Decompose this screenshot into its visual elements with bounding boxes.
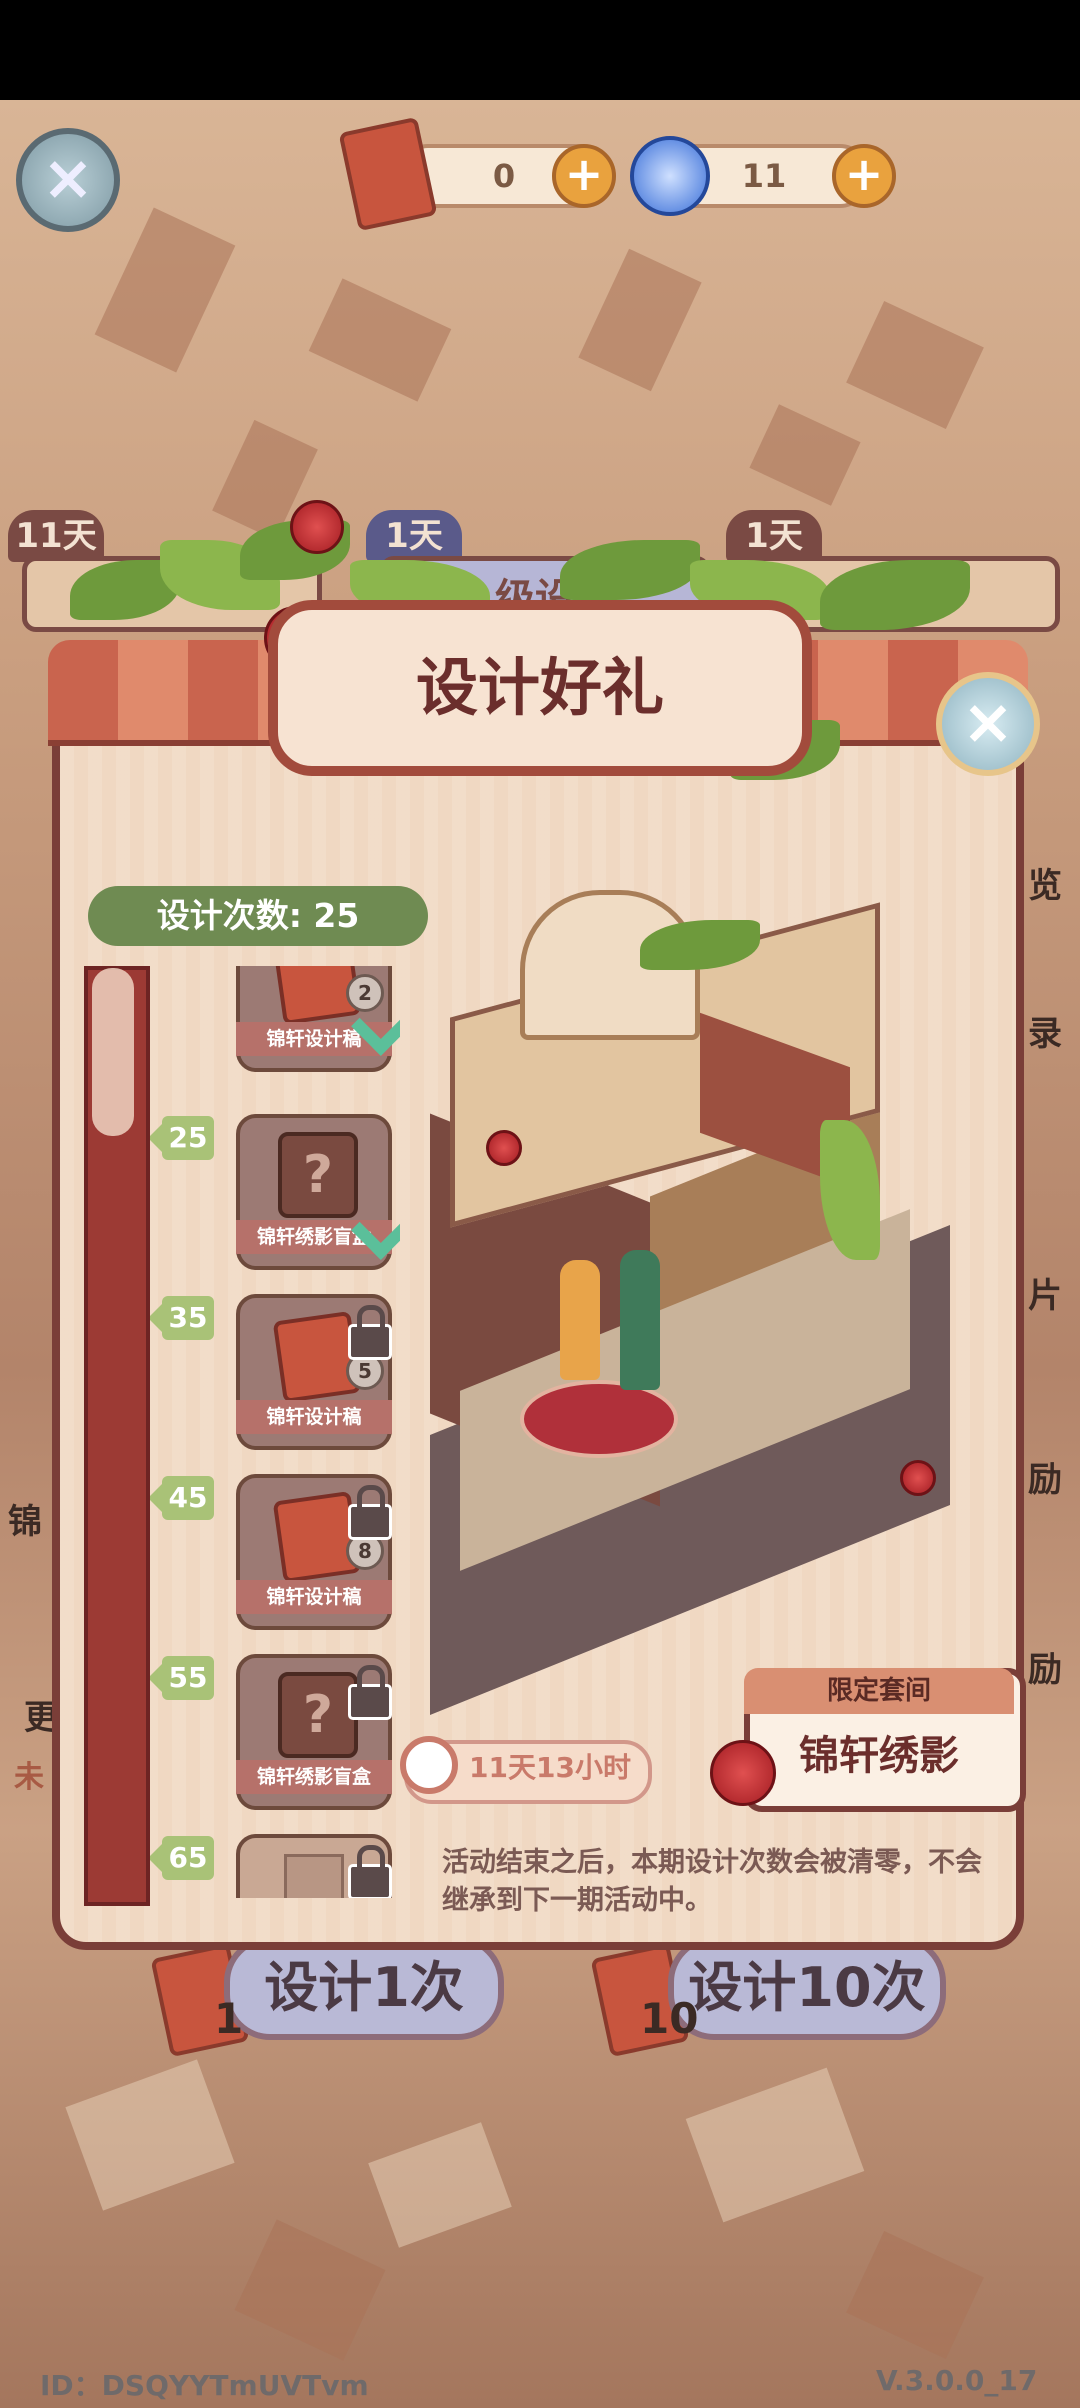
threshold-tag: 25 — [150, 1116, 214, 1160]
side-text: 览 — [1028, 866, 1062, 906]
user-id: ID：DSQYYTmUVTvm — [40, 2369, 369, 2402]
rose-decoration — [900, 1460, 936, 1496]
lock-icon — [348, 1305, 392, 1360]
rose-decoration — [290, 500, 344, 554]
design-ten-button[interactable]: 设计10次 — [668, 1936, 946, 2040]
mannequin — [560, 1260, 600, 1380]
side-text: 未 — [14, 1760, 44, 1795]
lock-icon — [348, 1485, 392, 1540]
mystery-box-icon: ? — [278, 1672, 358, 1758]
reward-label: 锦轩绣影盲盒 — [236, 1760, 392, 1794]
day-tag: 11天 — [8, 510, 104, 562]
cost-number: 1 — [214, 1994, 244, 2043]
design-once-button[interactable]: 设计1次 — [224, 1936, 504, 2040]
reward-list[interactable]: 2 锦轩设计稿 25 ? 锦轩绣影盲盒 35 5 锦轩设计稿 45 8 锦轩设计… — [150, 966, 400, 1898]
side-text: 励 — [1028, 1650, 1062, 1690]
notice-text: 活动结束之后，本期设计次数会被清零，不会继承到下一期活动中。 — [442, 1847, 982, 1916]
add-currency-button[interactable]: + — [552, 144, 616, 208]
add-currency-button[interactable]: + — [832, 144, 896, 208]
rose-decoration — [486, 1130, 522, 1166]
suite-label: 限定套间 — [826, 1676, 931, 1706]
threshold-tag: 45 — [150, 1476, 214, 1520]
swirl-gem-icon — [630, 136, 710, 216]
rug — [520, 1380, 678, 1458]
close-icon[interactable]: × — [16, 128, 120, 232]
day-tag: 1天 — [366, 510, 462, 562]
lock-icon — [348, 1845, 392, 1898]
side-text: 录 — [1028, 1014, 1062, 1054]
timer-text: 11天13小时 — [469, 1751, 631, 1784]
mystery-box-icon: ? — [278, 1132, 358, 1218]
side-text: 锦 — [8, 1502, 42, 1542]
mannequin — [620, 1250, 660, 1390]
rose-decoration — [710, 1740, 776, 1806]
modal-title: 设计好礼 — [415, 651, 664, 724]
lock-icon — [348, 1665, 392, 1720]
reward-label: 锦轩设计稿 — [236, 1580, 392, 1614]
close-modal-icon[interactable]: × — [936, 672, 1040, 776]
side-text: 片 — [1028, 1276, 1062, 1316]
cost-number: 10 — [640, 1994, 699, 2043]
version-label: V.3.0.0_17 — [876, 2364, 1038, 2397]
design-count-label: 设计次数: 25 — [88, 886, 428, 946]
day-tag: 1天 — [726, 510, 822, 562]
reward-label: 锦轩设计稿 — [236, 1400, 392, 1434]
threshold-tag: 55 — [150, 1656, 214, 1700]
door-icon — [284, 1854, 344, 1898]
suite-name: 锦轩绣影 — [799, 1733, 959, 1779]
status-bar — [0, 0, 1080, 100]
clock-icon — [400, 1736, 458, 1794]
threshold-tag: 35 — [150, 1296, 214, 1340]
scroll-thumb[interactable] — [92, 968, 134, 1136]
side-text: 励 — [1028, 1460, 1062, 1500]
threshold-tag: 65 — [150, 1836, 214, 1880]
